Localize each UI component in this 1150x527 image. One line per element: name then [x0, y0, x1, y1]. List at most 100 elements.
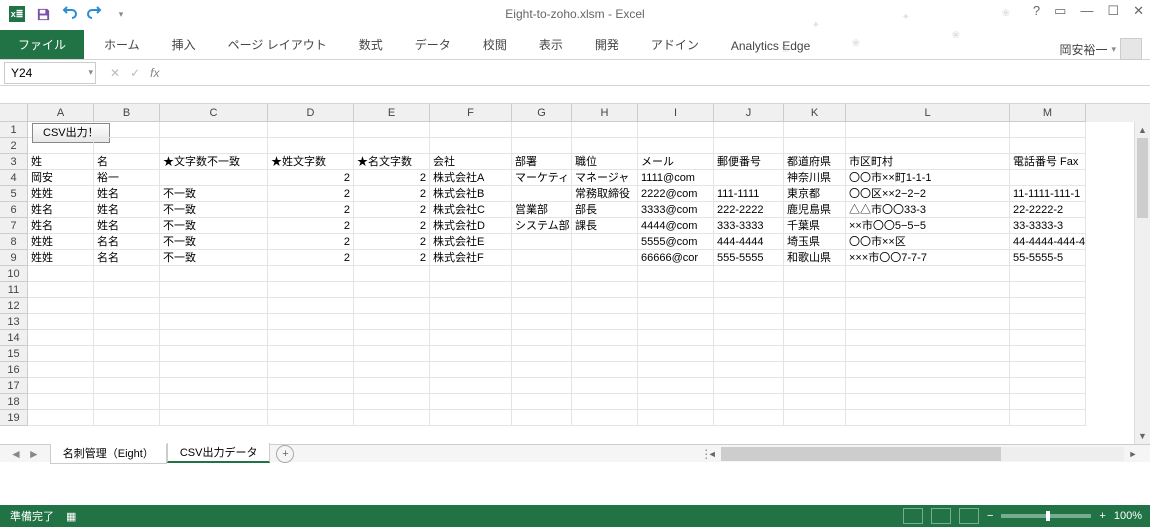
cell[interactable]: [572, 122, 638, 138]
column-header[interactable]: M: [1010, 104, 1086, 122]
cell[interactable]: 株式会社D: [430, 218, 512, 234]
cell[interactable]: [512, 378, 572, 394]
scroll-up-icon[interactable]: ▲: [1135, 122, 1150, 138]
row-header[interactable]: 14: [0, 330, 28, 346]
cell[interactable]: [94, 362, 160, 378]
cell[interactable]: 裕一: [94, 170, 160, 186]
cell[interactable]: [846, 330, 1010, 346]
cell[interactable]: [638, 282, 714, 298]
qat-customize-icon[interactable]: ▾: [110, 3, 132, 25]
cell[interactable]: 333-3333: [714, 218, 784, 234]
cell[interactable]: [1010, 170, 1086, 186]
cell[interactable]: [572, 378, 638, 394]
cell[interactable]: [846, 394, 1010, 410]
cell[interactable]: 2222@com: [638, 186, 714, 202]
cell[interactable]: CSV出力！: [28, 122, 94, 138]
cell[interactable]: [638, 298, 714, 314]
cell[interactable]: [572, 346, 638, 362]
cell[interactable]: [638, 410, 714, 426]
cell[interactable]: [28, 394, 94, 410]
cell[interactable]: [354, 410, 430, 426]
cell[interactable]: [714, 122, 784, 138]
cell[interactable]: 不一致: [160, 234, 268, 250]
cell[interactable]: [94, 410, 160, 426]
cell[interactable]: [1010, 298, 1086, 314]
minimize-icon[interactable]: —: [1080, 3, 1093, 19]
cell[interactable]: 66666@cor: [638, 250, 714, 266]
cell[interactable]: 神奈川県: [784, 170, 846, 186]
cell[interactable]: 2: [268, 218, 354, 234]
cell[interactable]: 姓姓: [28, 234, 94, 250]
cell[interactable]: [714, 266, 784, 282]
cell[interactable]: 2: [268, 202, 354, 218]
cell[interactable]: [638, 314, 714, 330]
cell[interactable]: [354, 378, 430, 394]
cell[interactable]: 444-4444: [714, 234, 784, 250]
cell[interactable]: 株式会社A: [430, 170, 512, 186]
cell[interactable]: [430, 410, 512, 426]
cell[interactable]: 2: [354, 186, 430, 202]
cell[interactable]: [572, 394, 638, 410]
cell[interactable]: [846, 314, 1010, 330]
cell[interactable]: [160, 122, 268, 138]
cell[interactable]: [714, 330, 784, 346]
cell[interactable]: [268, 410, 354, 426]
cell[interactable]: [160, 138, 268, 154]
cancel-formula-icon[interactable]: ✕: [110, 66, 120, 80]
cell[interactable]: 2: [268, 186, 354, 202]
row-header[interactable]: 2: [0, 138, 28, 154]
cell[interactable]: [512, 362, 572, 378]
cell[interactable]: [512, 394, 572, 410]
cell[interactable]: 5555@com: [638, 234, 714, 250]
cell[interactable]: [714, 298, 784, 314]
cell[interactable]: 3333@com: [638, 202, 714, 218]
cell[interactable]: [784, 282, 846, 298]
chevron-down-icon[interactable]: ▾: [88, 67, 93, 78]
cell[interactable]: [784, 362, 846, 378]
cell[interactable]: 姓姓: [28, 250, 94, 266]
cell[interactable]: 不一致: [160, 250, 268, 266]
cell[interactable]: [846, 122, 1010, 138]
cell[interactable]: [638, 346, 714, 362]
cell[interactable]: [94, 378, 160, 394]
cell[interactable]: [28, 378, 94, 394]
cell[interactable]: [430, 282, 512, 298]
cell[interactable]: [846, 298, 1010, 314]
cell[interactable]: 株式会社B: [430, 186, 512, 202]
fx-icon[interactable]: fx: [150, 66, 159, 80]
cell[interactable]: [512, 346, 572, 362]
cell[interactable]: [268, 330, 354, 346]
cell[interactable]: [784, 378, 846, 394]
cell[interactable]: [354, 314, 430, 330]
maximize-icon[interactable]: ☐: [1107, 3, 1119, 19]
cell[interactable]: 姓: [28, 154, 94, 170]
ribbon-tab-10[interactable]: Analytics Edge: [715, 33, 826, 59]
cell[interactable]: [512, 282, 572, 298]
ribbon-tab-0[interactable]: ファイル: [0, 30, 84, 59]
row-header[interactable]: 10: [0, 266, 28, 282]
hscroll-thumb[interactable]: [721, 447, 1001, 461]
cell[interactable]: 〇〇区××2−2−2: [846, 186, 1010, 202]
redo-icon[interactable]: [84, 3, 106, 25]
cell[interactable]: [94, 346, 160, 362]
cell[interactable]: [846, 266, 1010, 282]
cell[interactable]: [572, 314, 638, 330]
cell[interactable]: [268, 378, 354, 394]
cell[interactable]: [846, 410, 1010, 426]
cell[interactable]: [572, 282, 638, 298]
help-icon[interactable]: ?: [1033, 3, 1040, 19]
user-name[interactable]: 岡安裕一: [1059, 41, 1107, 58]
cell[interactable]: [572, 362, 638, 378]
cell[interactable]: 33-3333-3: [1010, 218, 1086, 234]
add-sheet-button[interactable]: +: [276, 445, 294, 463]
cell[interactable]: [430, 138, 512, 154]
cell[interactable]: [784, 138, 846, 154]
cell[interactable]: [714, 170, 784, 186]
ribbon-tab-8[interactable]: 開発: [579, 30, 635, 59]
cell[interactable]: [512, 410, 572, 426]
view-page-layout-icon[interactable]: [931, 508, 951, 524]
cell[interactable]: [1010, 266, 1086, 282]
cell[interactable]: 部署: [512, 154, 572, 170]
column-header[interactable]: I: [638, 104, 714, 122]
cell[interactable]: [846, 362, 1010, 378]
